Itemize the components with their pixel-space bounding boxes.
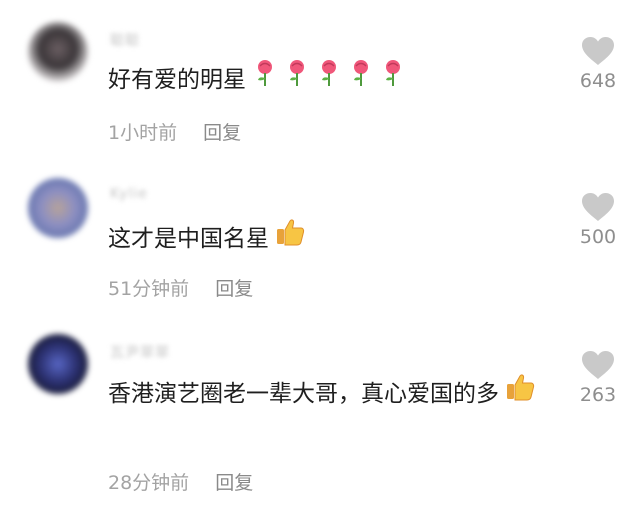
like-count: 263 [579, 384, 617, 406]
comment-text-content: 香港演艺圈老一辈大哥，真心爱国的多 [108, 381, 499, 407]
reply-button[interactable]: 回复 [215, 278, 253, 300]
comment-text-content: 好有爱的明星 [108, 67, 246, 93]
like-button[interactable]: 263 [566, 350, 630, 406]
comment-text-content: 这才是中国名星 [108, 226, 269, 252]
comment-text: 香港演艺圈老一辈大哥，真心爱国的多 [108, 372, 548, 417]
reply-button[interactable]: 回复 [203, 122, 241, 144]
thumbs-up-icon [505, 372, 535, 417]
comment-meta: 28分钟前 回复 [108, 468, 253, 495]
rose-icon [348, 58, 374, 103]
heart-icon [582, 193, 614, 221]
comment-meta: 1小时前 回复 [108, 118, 241, 145]
username[interactable]: Kylie [110, 186, 148, 202]
comment-text: 好有爱的明星 [108, 58, 548, 103]
avatar[interactable] [28, 178, 88, 238]
like-button[interactable]: 648 [566, 36, 630, 92]
username[interactable]: 聪聪 [110, 30, 140, 50]
like-button[interactable]: 500 [566, 192, 630, 248]
comment-meta: 51分钟前 回复 [108, 274, 253, 301]
avatar[interactable] [28, 334, 88, 394]
timestamp: 1小时前 [108, 122, 178, 144]
heart-icon [582, 351, 614, 379]
comment-item: Kylie 这才是中国名星 51分钟前 回复 500 [0, 160, 640, 320]
reply-button[interactable]: 回复 [215, 472, 253, 494]
username[interactable]: 瓦尹翠翠 [110, 342, 170, 362]
heart-icon [582, 37, 614, 65]
avatar[interactable] [28, 22, 88, 82]
thumbs-up-icon [275, 217, 305, 262]
comment-item: 瓦尹翠翠 香港演艺圈老一辈大哥，真心爱国的多 28分钟前 回复 263 [0, 320, 640, 519]
rose-icon [380, 58, 406, 103]
rose-icon [316, 58, 342, 103]
timestamp: 28分钟前 [108, 472, 190, 494]
rose-icon [252, 58, 278, 103]
comment-item: 聪聪 好有爱的明星 1小时前 回复 648 [0, 0, 640, 160]
comment-text: 这才是中国名星 [108, 217, 548, 262]
like-count: 500 [579, 226, 617, 248]
like-count: 648 [579, 70, 617, 92]
timestamp: 51分钟前 [108, 278, 190, 300]
rose-icon [284, 58, 310, 103]
